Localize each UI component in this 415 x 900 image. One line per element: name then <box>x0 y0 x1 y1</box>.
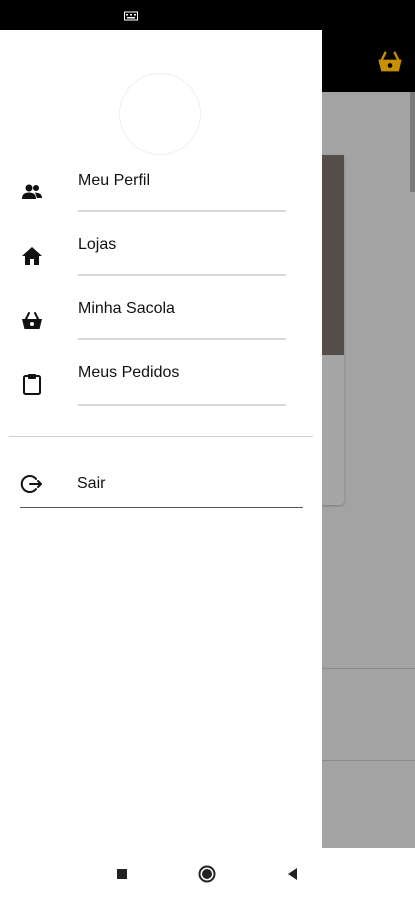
background-divider <box>322 760 415 761</box>
menu-label: Meu Perfil <box>78 172 151 189</box>
background-scrollbar <box>410 92 415 192</box>
menu-label: Meus Pedidos <box>78 364 180 381</box>
home-icon <box>22 247 42 265</box>
background-divider <box>322 668 415 669</box>
menu-divider <box>78 210 286 212</box>
people-icon <box>22 184 42 199</box>
menu-item-minha-sacola[interactable]: Minha Sacola <box>0 296 322 356</box>
menu-divider <box>78 404 286 406</box>
square-icon[interactable] <box>112 864 132 884</box>
basket-icon <box>22 312 42 329</box>
triangle-back-icon[interactable] <box>283 864 303 884</box>
menu-item-lojas[interactable]: Lojas <box>0 232 322 292</box>
menu-label: Lojas <box>78 236 117 253</box>
avatar[interactable] <box>119 73 201 155</box>
circle-icon[interactable] <box>197 864 217 884</box>
navigation-drawer: Meu Perfil Lojas Minha Sacola Meus Pedid… <box>0 30 322 848</box>
logout-button[interactable]: Sair <box>0 462 322 510</box>
menu-item-meus-pedidos[interactable]: Meus Pedidos <box>0 360 322 420</box>
clipboard-icon <box>23 374 41 395</box>
status-bar <box>0 0 415 30</box>
keyboard-icon <box>124 11 138 21</box>
menu-divider <box>78 274 286 276</box>
logout-divider <box>20 507 303 508</box>
system-navigation-bar <box>0 848 415 900</box>
background-card-image <box>322 155 344 355</box>
menu-item-meu-perfil[interactable]: Meu Perfil <box>0 168 322 228</box>
drawer-divider <box>9 436 313 437</box>
menu-divider <box>78 338 286 340</box>
logout-icon <box>20 475 42 493</box>
logout-label: Sair <box>77 475 106 492</box>
basket-icon[interactable] <box>375 48 405 76</box>
menu-label: Minha Sacola <box>78 300 175 317</box>
